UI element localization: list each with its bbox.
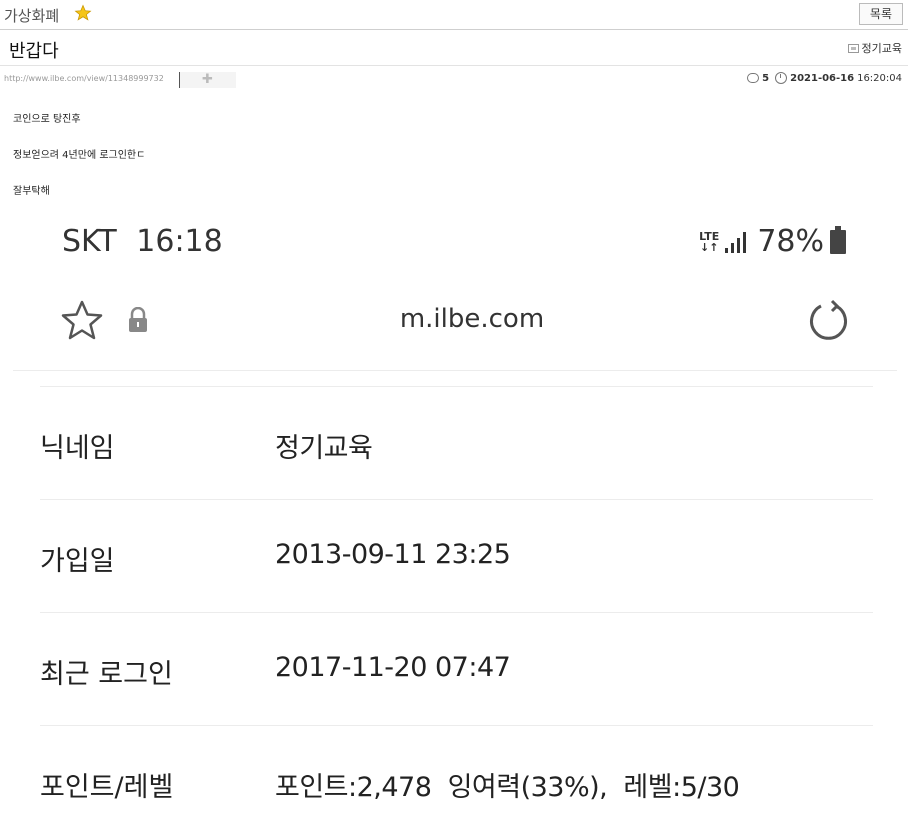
star-icon[interactable] (74, 4, 92, 22)
info-label: 포인트/레벨 (40, 772, 174, 803)
embedded-screenshot: SKT 16:18 LTE ↓↑ 78% m.ilbe.com 닉네임 정기교육… (0, 208, 908, 832)
post-title: 반갑다 (9, 41, 59, 62)
board-header: 가상화폐 목록 (0, 0, 908, 30)
comment-icon (747, 73, 760, 83)
lte-icon: LTE ↓↑ (699, 231, 719, 253)
author-name[interactable]: 정기교육 (862, 40, 902, 56)
body-line: 정보얻으려 4년만에 로그인한ㄷ (13, 150, 146, 161)
lte-label: LTE (699, 229, 720, 243)
info-row-points-level: 포인트/레벨 포인트:2,478 잉여력(33%), 레벨:5/30 (40, 726, 873, 838)
post-date: 2021-06-16 (790, 72, 855, 84)
post-title-row: 반갑다 정기교육 (0, 30, 908, 66)
author-icon (847, 43, 859, 53)
signal-icon (725, 231, 749, 253)
status-bar-right: LTE ↓↑ 78% (699, 224, 846, 259)
info-value: 포인트:2,478 잉여력(33%), 레벨:5/30 (275, 772, 740, 803)
battery-icon (830, 225, 846, 254)
author[interactable]: 정기교육 (847, 40, 902, 56)
info-row-joined: 가입일 2013-09-11 23:25 (40, 500, 873, 613)
divider (13, 370, 897, 371)
post-meta: http://www.ilbe.com/view/11348999732 ✚ 5… (0, 66, 908, 90)
status-bar-left: SKT 16:18 (62, 224, 223, 259)
reload-icon (810, 299, 847, 340)
comment-count[interactable]: 5 (762, 73, 769, 84)
carrier: SKT (62, 224, 117, 259)
info-label: 닉네임 (40, 433, 115, 464)
info-row-nickname: 닉네임 정기교육 (40, 387, 873, 500)
info-row-last-login: 최근 로그인 2017-11-20 07:47 (40, 613, 873, 726)
board-name[interactable]: 가상화폐 (4, 5, 59, 26)
info-value: 2017-11-20 07:47 (275, 652, 511, 683)
address-bar-domain: m.ilbe.com (399, 304, 545, 334)
info-label: 최근 로그인 (40, 659, 173, 690)
clock-icon (775, 72, 788, 84)
post-url[interactable]: http://www.ilbe.com/view/11348999732 (4, 74, 164, 83)
body-line: 코인으로 탕진후 (13, 114, 81, 125)
status-clock: 16:18 (136, 224, 223, 259)
list-button[interactable]: 목록 (858, 3, 903, 25)
battery-percent: 78% (757, 224, 824, 259)
info-label: 가입일 (40, 546, 115, 577)
meta-info: 5 2021-06-16 16:20:04 (747, 72, 902, 84)
info-value: 2013-09-11 23:25 (275, 539, 511, 570)
post-time: 16:20:04 (857, 72, 902, 84)
puzzle-icon: ✚ (202, 72, 213, 87)
info-value: 정기교육 (275, 433, 373, 464)
lte-arrows: ↓↑ (699, 240, 719, 254)
body-line: 잘부탁해 (13, 186, 50, 197)
